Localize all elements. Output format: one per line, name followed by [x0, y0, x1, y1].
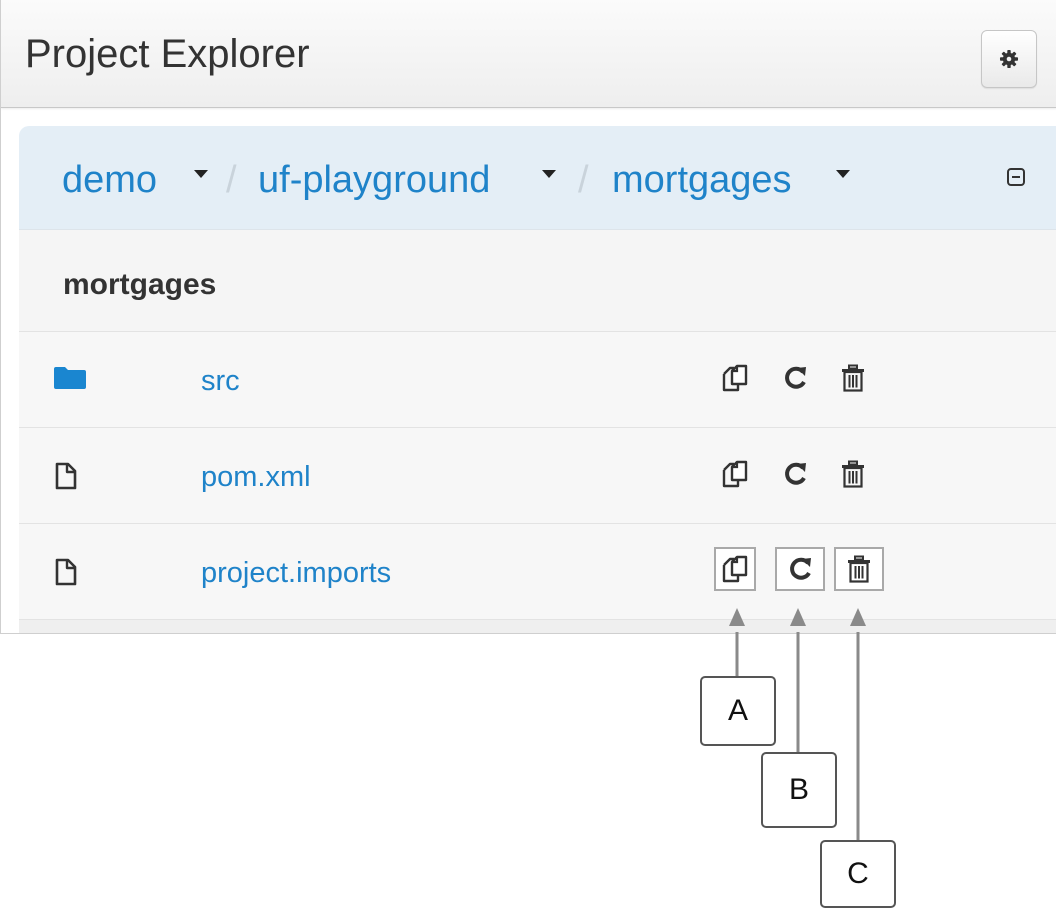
- callout-c: C: [820, 840, 896, 908]
- callout-arrows: [729, 608, 866, 842]
- project-explorer-page: Project Explorer demo / uf-playground / …: [0, 0, 1056, 908]
- callout-b: B: [761, 752, 837, 828]
- callout-a: A: [700, 676, 776, 746]
